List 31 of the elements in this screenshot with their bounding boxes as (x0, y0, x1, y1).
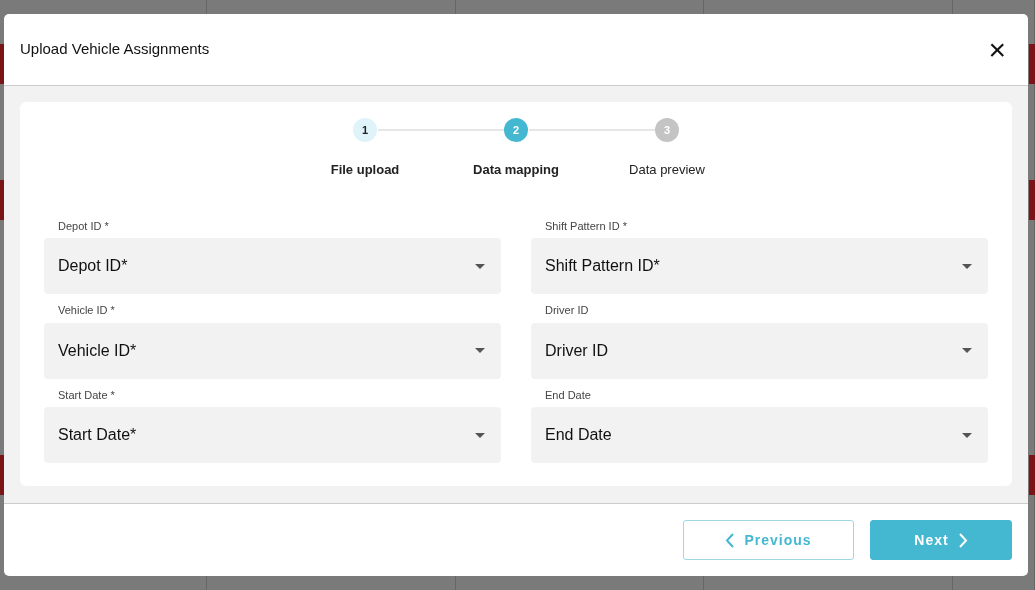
step-label: Data mapping (473, 161, 559, 179)
chevron-left-icon (725, 532, 735, 548)
step-number: 3 (655, 118, 679, 142)
dropdown-field[interactable]: Start Date* (44, 407, 501, 463)
dropdown-field[interactable]: End Date (531, 407, 988, 463)
dropdown-field[interactable]: Driver ID (531, 322, 988, 379)
field-label: End Date (544, 387, 592, 403)
caret-icon (475, 432, 485, 438)
step-label: File upload (330, 161, 400, 179)
step-label: Data preview (629, 161, 705, 179)
dropdown-field[interactable]: Vehicle ID* (44, 322, 501, 379)
event-block (1029, 180, 1035, 220)
dialog-title: Upload Vehicle Assignments (20, 39, 210, 60)
close-button[interactable]: × (984, 34, 1010, 65)
dropdown-field[interactable]: Depot ID* (44, 238, 501, 294)
step-number: 1 (353, 118, 377, 142)
field-label: Shift Pattern ID * (544, 218, 628, 234)
chevron-right-icon (958, 532, 968, 548)
event-block (1029, 455, 1035, 495)
step-number: 2 (504, 118, 528, 142)
dropdown-field[interactable]: Shift Pattern ID* (531, 238, 988, 294)
caret-icon (962, 432, 972, 438)
caret-icon (475, 348, 485, 353)
caret-icon (962, 348, 972, 353)
caret-icon (475, 263, 485, 269)
field-label: Vehicle ID * (57, 303, 116, 318)
field-label: Depot ID * (57, 218, 110, 234)
event-block (1029, 44, 1035, 84)
field-label: Start Date * (57, 387, 116, 403)
field-label: Driver ID (544, 303, 590, 318)
caret-icon (962, 263, 972, 269)
